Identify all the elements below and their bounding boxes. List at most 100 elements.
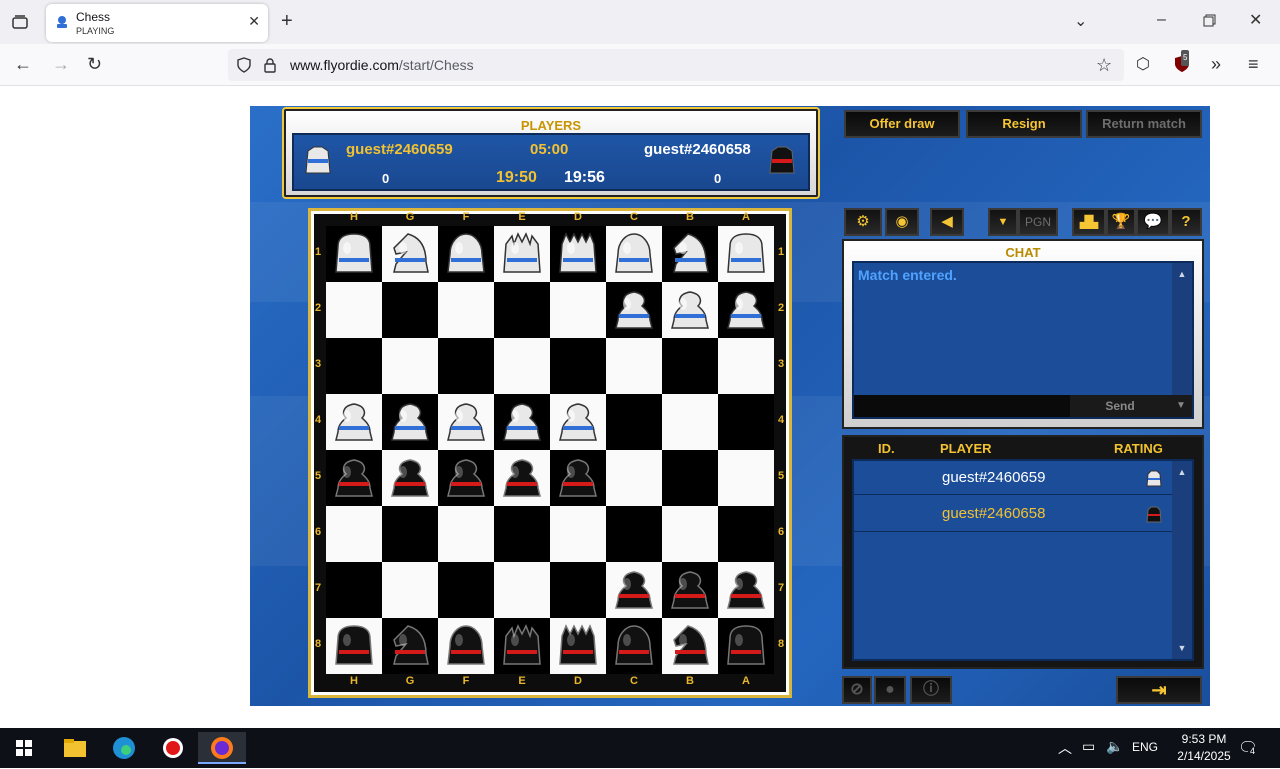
bookmark-star-icon[interactable]: ☆ bbox=[1096, 56, 1112, 74]
white-pawn-piece[interactable] bbox=[382, 394, 438, 450]
square-b5[interactable] bbox=[662, 450, 718, 506]
reload-icon[interactable]: ↻ bbox=[87, 55, 102, 73]
black-pawn-piece[interactable] bbox=[550, 450, 606, 506]
back-icon[interactable]: ← bbox=[14, 55, 32, 73]
chat-bubble-button[interactable]: 💬 bbox=[1136, 208, 1170, 236]
podium-button[interactable]: ▟▙ bbox=[1072, 208, 1106, 236]
address-bar[interactable]: www.flyordie.com/start/Chess ☆ bbox=[228, 49, 1124, 81]
white-bishop-piece[interactable] bbox=[606, 226, 662, 282]
square-f7[interactable] bbox=[438, 562, 494, 618]
black-queen-piece[interactable] bbox=[550, 618, 606, 674]
black-pawn-piece[interactable] bbox=[662, 562, 718, 618]
close-window-icon[interactable]: ✕ bbox=[1249, 13, 1262, 29]
menu-icon[interactable]: ≡ bbox=[1248, 55, 1259, 73]
chat-input[interactable] bbox=[854, 395, 1070, 417]
white-pawn-piece[interactable] bbox=[662, 282, 718, 338]
list-all-tabs-icon[interactable]: ⌄ bbox=[1074, 14, 1087, 30]
more-tools-icon[interactable]: » bbox=[1211, 55, 1221, 73]
exit-button[interactable]: ⇥ bbox=[1116, 676, 1202, 704]
black-pawn-piece[interactable] bbox=[438, 450, 494, 506]
square-c5[interactable] bbox=[606, 450, 662, 506]
black-pawn-piece[interactable] bbox=[494, 450, 550, 506]
player-row[interactable]: guest#2460658 bbox=[854, 496, 1172, 532]
square-a3[interactable] bbox=[718, 338, 774, 394]
scroll-up-icon[interactable]: ▲ bbox=[1174, 267, 1190, 281]
block-button[interactable]: ⊘ bbox=[842, 676, 872, 704]
ublock-icon[interactable]: 5 bbox=[1173, 50, 1191, 77]
square-g7[interactable] bbox=[382, 562, 438, 618]
square-e3[interactable] bbox=[494, 338, 550, 394]
info-button[interactable]: ⓘ bbox=[910, 676, 952, 704]
forward-icon[interactable]: → bbox=[52, 55, 70, 73]
white-rook-piece[interactable] bbox=[718, 226, 774, 282]
player-row[interactable]: guest#2460659 bbox=[854, 461, 1172, 495]
black-pawn-piece[interactable] bbox=[718, 562, 774, 618]
black-bishop-piece[interactable] bbox=[606, 618, 662, 674]
chat-dropdown-icon[interactable]: ▼ bbox=[1170, 395, 1192, 417]
ball-button[interactable]: ◉ bbox=[885, 208, 919, 236]
file-explorer-icon[interactable] bbox=[54, 732, 94, 764]
square-g3[interactable] bbox=[382, 338, 438, 394]
black-king-piece[interactable] bbox=[494, 618, 550, 674]
square-d7[interactable] bbox=[550, 562, 606, 618]
browser-tab-chess[interactable]: Chess PLAYING ✕ bbox=[46, 4, 268, 42]
white-pawn-piece[interactable] bbox=[494, 394, 550, 450]
sound-button[interactable]: ◀ bbox=[930, 208, 964, 236]
profile-button[interactable]: ● bbox=[874, 676, 906, 704]
close-tab-icon[interactable]: ✕ bbox=[248, 13, 260, 30]
square-b4[interactable] bbox=[662, 394, 718, 450]
square-d2[interactable] bbox=[550, 282, 606, 338]
maximize-icon[interactable] bbox=[1203, 14, 1217, 32]
firefox-icon[interactable] bbox=[198, 732, 246, 764]
square-h6[interactable] bbox=[326, 506, 382, 562]
clock-date[interactable]: 2/14/2025 bbox=[1172, 749, 1236, 763]
square-h3[interactable] bbox=[326, 338, 382, 394]
send-button[interactable]: Send bbox=[1070, 395, 1170, 417]
return-match-button[interactable]: Return match bbox=[1086, 110, 1202, 138]
square-a6[interactable] bbox=[718, 506, 774, 562]
white-pawn-piece[interactable] bbox=[326, 394, 382, 450]
network-icon[interactable]: ▭ bbox=[1082, 738, 1095, 755]
language-indicator[interactable]: ENG bbox=[1132, 740, 1158, 754]
scroll-down-icon[interactable]: ▼ bbox=[1174, 641, 1190, 655]
black-rook-piece[interactable] bbox=[718, 618, 774, 674]
lock-icon[interactable] bbox=[262, 57, 278, 77]
white-rook-piece[interactable] bbox=[326, 226, 382, 282]
tray-chevron-icon[interactable]: ︿ bbox=[1058, 738, 1072, 758]
minimize-icon[interactable]: – bbox=[1157, 12, 1166, 28]
trophy-button[interactable]: 🏆 bbox=[1106, 208, 1136, 236]
chat-scrollbar[interactable]: ▲ bbox=[1172, 263, 1192, 397]
square-f2[interactable] bbox=[438, 282, 494, 338]
new-tab-icon[interactable]: + bbox=[281, 11, 293, 31]
square-d6[interactable] bbox=[550, 506, 606, 562]
volume-icon[interactable]: 🔈 bbox=[1106, 738, 1123, 755]
square-f6[interactable] bbox=[438, 506, 494, 562]
square-f3[interactable] bbox=[438, 338, 494, 394]
url-text[interactable]: www.flyordie.com/start/Chess bbox=[290, 57, 474, 73]
white-queen-piece[interactable] bbox=[550, 226, 606, 282]
black-pawn-piece[interactable] bbox=[382, 450, 438, 506]
square-c6[interactable] bbox=[606, 506, 662, 562]
square-a4[interactable] bbox=[718, 394, 774, 450]
edge-icon[interactable] bbox=[104, 732, 144, 764]
black-bishop-piece[interactable] bbox=[438, 618, 494, 674]
white-bishop-piece[interactable] bbox=[438, 226, 494, 282]
square-c4[interactable] bbox=[606, 394, 662, 450]
white-pawn-piece[interactable] bbox=[438, 394, 494, 450]
extensions-icon[interactable]: ⬡ bbox=[1136, 57, 1150, 73]
player-list-scrollbar[interactable]: ▲ ▼ bbox=[1172, 461, 1192, 659]
pgn-dropdown-arrow[interactable]: ▼ bbox=[988, 208, 1018, 236]
pgn-button[interactable]: PGN bbox=[1018, 208, 1058, 236]
square-d3[interactable] bbox=[550, 338, 606, 394]
square-e6[interactable] bbox=[494, 506, 550, 562]
offer-draw-button[interactable]: Offer draw bbox=[844, 110, 960, 138]
square-g6[interactable] bbox=[382, 506, 438, 562]
square-e2[interactable] bbox=[494, 282, 550, 338]
square-b3[interactable] bbox=[662, 338, 718, 394]
clock-time[interactable]: 9:53 PM bbox=[1172, 732, 1236, 746]
square-e7[interactable] bbox=[494, 562, 550, 618]
square-h7[interactable] bbox=[326, 562, 382, 618]
square-g2[interactable] bbox=[382, 282, 438, 338]
square-b6[interactable] bbox=[662, 506, 718, 562]
white-pawn-piece[interactable] bbox=[718, 282, 774, 338]
